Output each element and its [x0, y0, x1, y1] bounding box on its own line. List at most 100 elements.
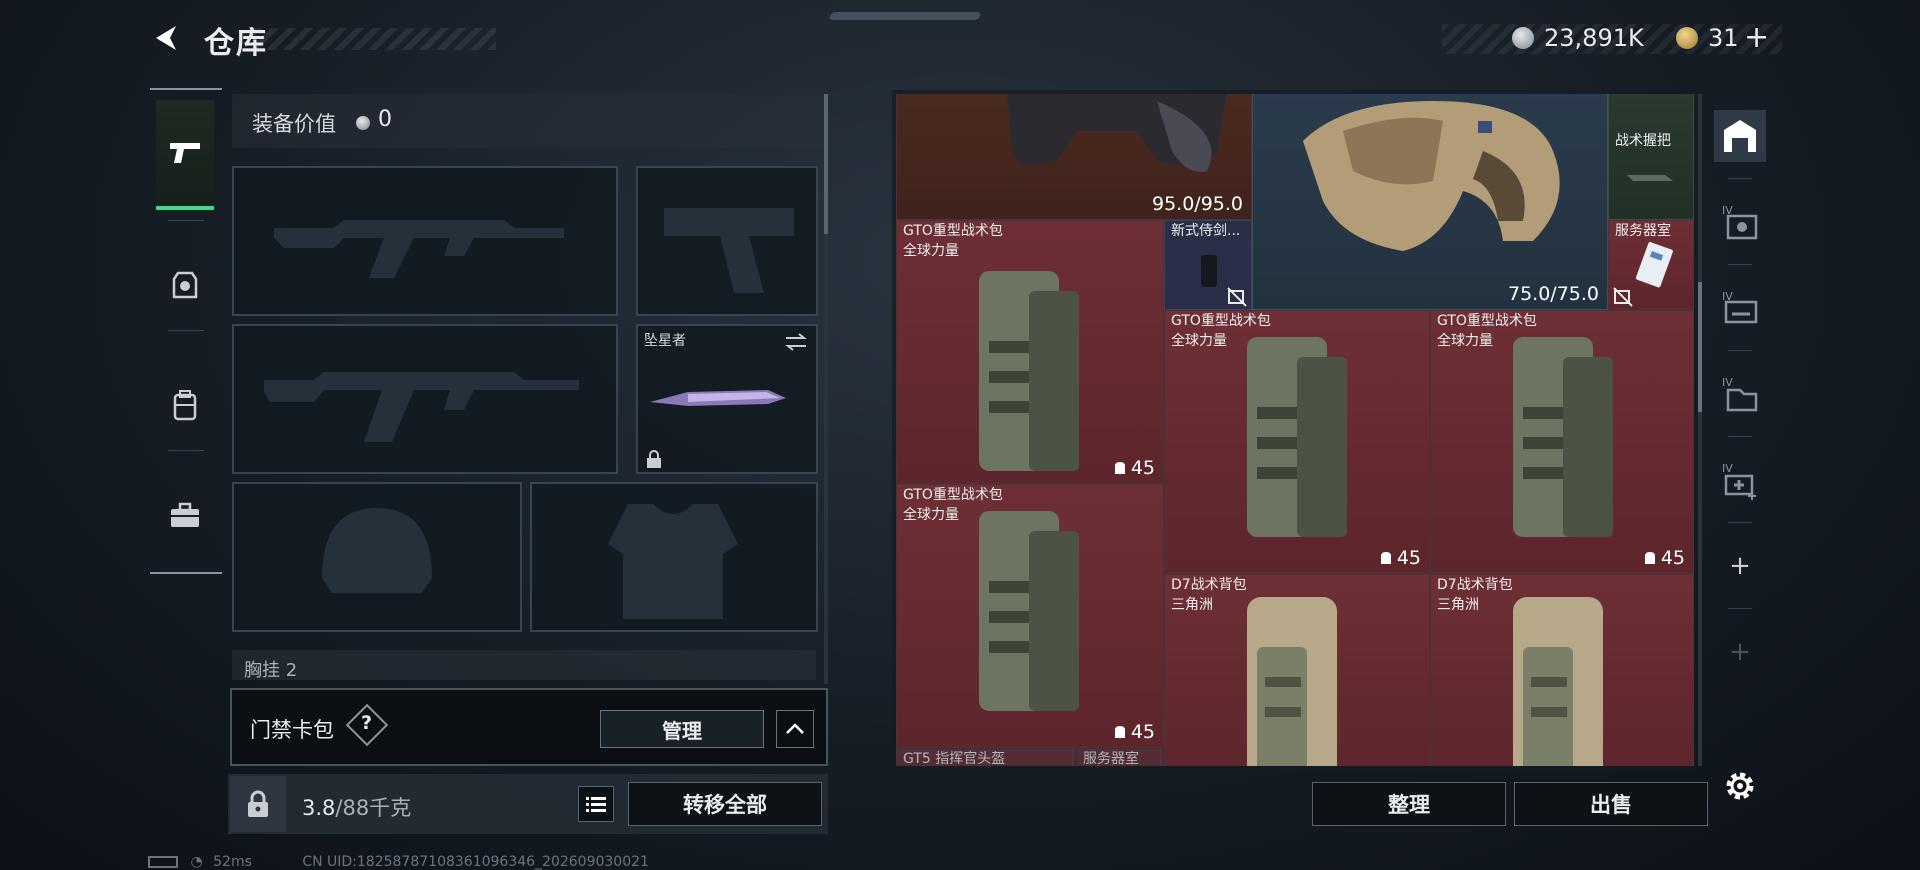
nav-weapons-tab[interactable] [156, 100, 214, 210]
settings-button[interactable] [1714, 760, 1766, 812]
storage-tab-2[interactable]: IV [1714, 196, 1766, 248]
armor-slot[interactable] [530, 482, 818, 632]
svg-text:IV: IV [1722, 462, 1733, 475]
primary-weapon-slot[interactable] [232, 166, 618, 316]
helmet-slot[interactable] [232, 482, 522, 632]
add-currency-button[interactable]: + [1744, 20, 1769, 55]
nav-case-tab[interactable] [156, 460, 214, 570]
document-case-icon: IV [1722, 376, 1758, 412]
grip-icon [1627, 175, 1673, 181]
weight-current: 3.8 [302, 796, 336, 820]
lock-icon [647, 450, 661, 468]
token-amount: 31 [1708, 24, 1739, 52]
item-tactical-grip[interactable]: 战术握把 [1608, 94, 1694, 220]
rifle-silhouette-icon [274, 220, 564, 278]
item-capacity: 45 [1379, 547, 1421, 569]
item-gto-backpack[interactable]: GTO重型战术包 全球力量 45 [1164, 310, 1430, 574]
item-d7-backpack[interactable]: D7战术背包 三角洲 [1164, 574, 1430, 766]
warehouse-icon [1724, 120, 1756, 152]
item-capacity: 45 [1113, 721, 1155, 743]
backpack-item-icon [979, 511, 1079, 711]
keycard-case-label: 门禁卡包 [250, 718, 334, 742]
sell-button[interactable]: 出售 [1514, 782, 1708, 826]
title-decoration [254, 28, 496, 50]
item-brand: 全球力量 [1171, 333, 1227, 349]
backpack-icon [173, 390, 197, 421]
nav-divider [1728, 350, 1752, 351]
vest-silhouette-icon [608, 504, 738, 619]
item-new-sword[interactable]: 新式侍剑... [1164, 220, 1252, 310]
rifle-slot-2[interactable] [232, 324, 618, 474]
sort-button[interactable]: 整理 [1312, 782, 1506, 826]
item-gt5-helmet[interactable]: GT5 指挥官头盔 [896, 748, 1076, 766]
backpack-capacity-icon [1380, 552, 1391, 564]
melee-slot[interactable]: 坠星者 [636, 324, 818, 474]
storage-scrollbar-thumb[interactable] [1698, 282, 1702, 412]
gold-token-icon [1676, 27, 1698, 49]
add-storage-button[interactable]: + [1714, 540, 1766, 592]
item-armor-vest-dark[interactable]: 95.0/95.0 [896, 94, 1252, 220]
storage-tab-main[interactable] [1714, 110, 1766, 162]
storage-scrollbar[interactable] [1698, 94, 1702, 766]
plus-icon: + [1729, 551, 1751, 581]
list-view-button[interactable] [578, 786, 614, 822]
list-icon [586, 797, 606, 812]
chest-rig-label: 胸挂 [244, 660, 280, 680]
nav-backpack-tab[interactable] [156, 350, 214, 460]
item-gto-backpack[interactable]: GTO重型战术包 全球力量 45 [896, 220, 1164, 484]
item-gto-backpack[interactable]: GTO重型战术包 全球力量 45 [1430, 310, 1694, 574]
attachment-item-icon [1201, 255, 1217, 287]
backpack-capacity-icon [1644, 552, 1655, 564]
nav-divider [168, 330, 204, 331]
keycard-item-icon [1635, 242, 1673, 288]
lock-button[interactable] [230, 776, 286, 832]
item-capacity: 45 [1113, 457, 1155, 479]
medical-case-icon: IV [1722, 462, 1756, 500]
back-button[interactable] [148, 20, 184, 56]
loadout-scrollbar-thumb[interactable] [824, 94, 828, 234]
item-name: 服务器室 [1615, 223, 1671, 239]
weight-max: /88千克 [335, 796, 412, 820]
capacity-value: 45 [1130, 721, 1155, 743]
help-icon[interactable]: ? [361, 712, 372, 734]
uid-readout: CN UID:18258787108361096346_202609030021 [302, 854, 649, 870]
collapse-button[interactable] [776, 710, 814, 748]
secondary-weapon-slot[interactable] [636, 166, 818, 316]
backpack-item-icon [1247, 597, 1337, 766]
transfer-all-button[interactable]: 转移全部 [628, 782, 822, 826]
status-footer: ◔ 52ms CN UID:18258787108361096346_20260… [148, 854, 649, 870]
gear-icon [1726, 772, 1754, 800]
equipment-value-header: 装备价值 0 [232, 94, 828, 148]
backpack-item-icon [1513, 337, 1613, 537]
item-brand: 全球力量 [903, 243, 959, 259]
item-gto-backpack[interactable]: GTO重型战术包 全球力量 45 [896, 484, 1164, 748]
storage-tab-4[interactable]: IV [1714, 368, 1766, 420]
item-name: 服务器室 [1083, 751, 1139, 766]
nav-divider [1728, 264, 1752, 265]
item-server-room-card[interactable]: 服务器室 [1608, 220, 1694, 310]
swap-icon[interactable] [784, 332, 808, 352]
battery-icon [148, 856, 178, 868]
weight-readout: 3.8/88千克 [302, 792, 411, 822]
keycard-case-bar: 门禁卡包 ? 管理 [230, 688, 828, 766]
add-storage-button-disabled[interactable]: + [1714, 626, 1766, 678]
item-brand: 三角洲 [1171, 597, 1213, 613]
chest-rig-count: 2 [285, 660, 298, 680]
item-server-room-card[interactable]: 服务器室 [1076, 748, 1164, 766]
item-armor-vest-desert[interactable]: 75.0/75.0 [1252, 94, 1608, 310]
rifle-silhouette-icon [264, 372, 579, 442]
desert-vest-icon [1303, 101, 1560, 251]
manage-button[interactable]: 管理 [600, 710, 764, 748]
no-trade-icon [1227, 287, 1247, 307]
helmet-silhouette-icon [322, 508, 432, 593]
chest-rig-header: 胸挂 2 [232, 650, 816, 680]
durability: 95.0/95.0 [1151, 193, 1243, 215]
equipment-value: 0 [378, 107, 392, 132]
storage-tab-5[interactable]: IV [1714, 454, 1766, 506]
knife-icon [650, 390, 786, 406]
storage-panel: 95.0/95.0 75.0/75.0 战术握把 GTO重型战术包 全球力量 4… [892, 90, 1696, 772]
storage-tab-3[interactable]: IV [1714, 282, 1766, 334]
nav-loadout-tab[interactable] [156, 230, 214, 340]
item-d7-backpack[interactable]: D7战术背包 三角洲 [1430, 574, 1694, 766]
item-name: GTO重型战术包 [903, 223, 1003, 239]
